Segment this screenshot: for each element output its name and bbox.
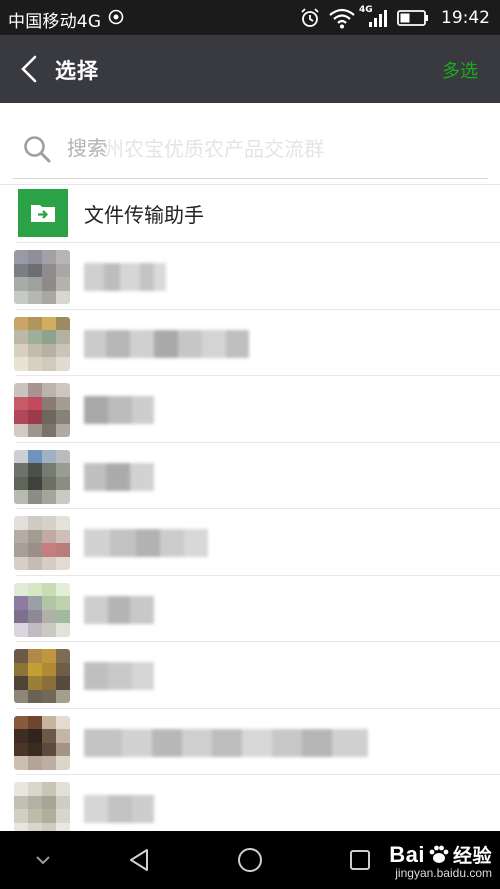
battery-icon xyxy=(397,9,428,26)
avatar xyxy=(14,449,70,504)
multi-select-button[interactable]: 多选 xyxy=(442,57,478,83)
search-icon xyxy=(24,136,51,163)
status-time: 19:42 xyxy=(441,7,490,28)
nav-hide-button[interactable] xyxy=(28,845,58,875)
search-section: 州农宝优质农产品交流群 xyxy=(0,103,500,185)
contact-name-redacted xyxy=(84,662,154,690)
top-bar: 选择 多选 xyxy=(0,35,500,103)
watermark-suffix: 经验 xyxy=(452,845,492,867)
list-item[interactable] xyxy=(0,310,500,377)
chat-list: 文件传输助手 xyxy=(0,185,500,842)
avatar xyxy=(14,582,70,637)
list-item[interactable] xyxy=(0,576,500,643)
chevron-down-icon xyxy=(36,856,50,865)
list-item[interactable] xyxy=(0,376,500,443)
carrier-label: 中国移动4G xyxy=(8,12,102,32)
avatar xyxy=(14,316,70,371)
avatar xyxy=(14,383,70,437)
contact-name-redacted xyxy=(84,396,154,424)
avatar xyxy=(14,715,70,770)
search-box[interactable]: 州农宝优质农产品交流群 xyxy=(12,117,488,179)
baidu-watermark: Bai 经验 jingyan.baidu.com xyxy=(389,841,492,881)
watermark-url: jingyan.baidu.com xyxy=(395,866,492,880)
recent-square-icon xyxy=(350,850,370,870)
contact-name-redacted xyxy=(84,795,154,823)
cell-signal-icon: 4G xyxy=(359,5,389,29)
list-item[interactable] xyxy=(0,243,500,310)
alarm-icon xyxy=(301,7,319,27)
list-item[interactable] xyxy=(0,642,500,709)
list-item[interactable] xyxy=(0,509,500,576)
search-input[interactable] xyxy=(67,130,467,166)
back-button[interactable] xyxy=(12,51,46,87)
contact-name-redacted xyxy=(84,462,154,491)
system-nav-bar: Bai 经验 jingyan.baidu.com xyxy=(0,831,500,889)
contact-name-redacted xyxy=(84,595,154,624)
contact-name-redacted xyxy=(84,263,166,291)
nav-home-button[interactable] xyxy=(235,845,265,875)
list-item[interactable] xyxy=(0,709,500,776)
file-transfer-icon xyxy=(18,189,68,237)
file-transfer-label: 文件传输助手 xyxy=(84,203,204,227)
watermark-brand: Bai xyxy=(389,841,425,867)
home-circle-icon xyxy=(238,848,262,872)
contact-name-redacted xyxy=(84,529,208,557)
paw-icon xyxy=(429,845,449,863)
avatar xyxy=(14,250,70,304)
avatar xyxy=(14,649,70,703)
chevron-left-icon xyxy=(21,55,37,83)
status-bar: 中国移动4G 4G 19:42 xyxy=(0,0,500,35)
file-transfer-row[interactable]: 文件传输助手 xyxy=(0,185,500,243)
list-item[interactable] xyxy=(0,443,500,510)
nav-recent-button[interactable] xyxy=(345,845,375,875)
contact-name-redacted xyxy=(84,329,249,358)
wifi-icon xyxy=(329,8,355,28)
signal-target-icon xyxy=(108,9,124,25)
contact-name-redacted xyxy=(84,728,388,757)
page-title: 选择 xyxy=(55,59,99,83)
nav-back-button[interactable] xyxy=(124,845,154,875)
back-triangle-icon xyxy=(130,849,148,871)
avatar xyxy=(14,516,70,570)
avatar xyxy=(14,782,70,836)
